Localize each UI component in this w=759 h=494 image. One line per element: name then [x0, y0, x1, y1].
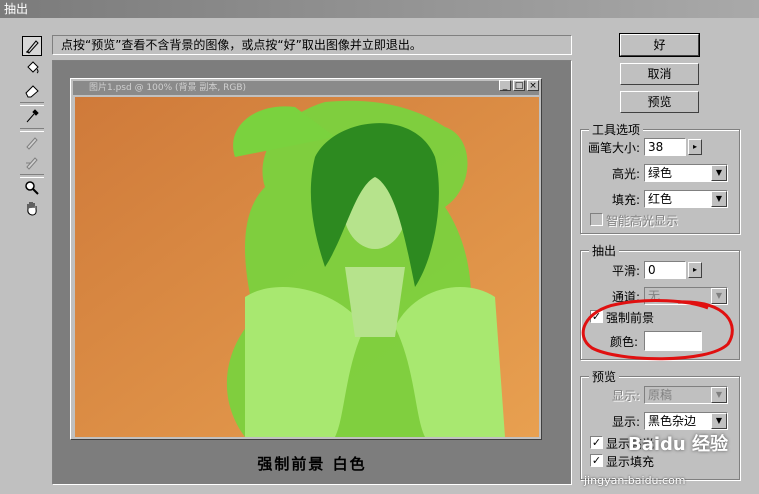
eyedropper-icon[interactable]: [22, 106, 42, 126]
chevron-down-icon[interactable]: ▼: [711, 191, 727, 207]
chevron-down-icon[interactable]: ▼: [711, 165, 727, 181]
document-image[interactable]: [75, 97, 539, 437]
smooth-arrow-icon[interactable]: ▸: [688, 262, 702, 278]
portrait-image: [75, 97, 539, 437]
zoom-icon[interactable]: [22, 178, 42, 198]
show-highlight-checkbox[interactable]: ✓: [590, 436, 603, 449]
tool-options-title: 工具选项: [589, 121, 644, 138]
document-window[interactable]: 图片1.psd @ 100% (背景 副本, RGB) _ □ ×: [70, 78, 542, 440]
smooth-input[interactable]: 0: [644, 261, 686, 279]
hint-text: 点按“预览”查看不含背景的图像，或点按“好”取出图像并立即退出。: [52, 35, 572, 55]
brush-size-input[interactable]: 38: [644, 138, 686, 156]
cancel-button[interactable]: 取消: [620, 63, 699, 85]
show-select-1[interactable]: 原稿 ▼: [644, 386, 728, 404]
fill-bucket-icon[interactable]: [22, 58, 42, 78]
minimize-icon[interactable]: _: [499, 80, 511, 91]
ok-button[interactable]: 好: [619, 33, 700, 57]
chevron-down-icon[interactable]: ▼: [711, 413, 727, 429]
highlight-select[interactable]: 绿色 ▼: [644, 164, 728, 182]
close-icon[interactable]: ×: [527, 80, 539, 91]
highlight-label: 高光:: [612, 167, 641, 181]
fill-select[interactable]: 红色 ▼: [644, 190, 728, 208]
color-label: 颜色:: [610, 335, 639, 349]
force-foreground-label: 强制前景: [606, 311, 655, 325]
cleanup-tool-icon[interactable]: [22, 132, 42, 152]
brush-size-label: 画笔大小:: [588, 141, 641, 155]
fill-value: 红色: [648, 192, 673, 206]
watermark-brand: Baidu 经验: [628, 434, 729, 455]
chevron-down-icon[interactable]: ▼: [711, 387, 727, 403]
maximize-icon[interactable]: □: [513, 80, 525, 91]
preview-button[interactable]: 预览: [620, 91, 699, 113]
show-fill-checkbox[interactable]: ✓: [590, 454, 603, 467]
smart-highlight-label: 智能高光显示: [606, 214, 679, 228]
chevron-down-icon[interactable]: ▼: [711, 288, 727, 304]
document-title: 图片1.psd @ 100% (背景 副本, RGB): [73, 81, 539, 95]
channel-value: 无: [648, 289, 661, 303]
show-value-2: 黑色杂边: [648, 414, 697, 428]
foreground-color-swatch[interactable]: [644, 331, 702, 351]
hand-icon[interactable]: [22, 198, 42, 218]
preview-title: 预览: [589, 368, 620, 385]
watermark-url: jingyan.baidu.com: [584, 474, 686, 487]
fill-label: 填充:: [612, 193, 641, 207]
brush-size-arrow-icon[interactable]: ▸: [688, 139, 702, 155]
show-value-1: 原稿: [648, 388, 673, 402]
channel-select[interactable]: 无 ▼: [644, 287, 728, 305]
smart-highlight-checkbox[interactable]: [590, 213, 603, 226]
edge-touchup-icon[interactable]: [22, 152, 42, 172]
show-label-1: 显示:: [612, 389, 641, 403]
show-label-2: 显示:: [612, 415, 641, 429]
force-foreground-checkbox[interactable]: ✓: [590, 310, 603, 323]
highlight-value: 绿色: [648, 166, 673, 180]
eraser-icon[interactable]: [22, 80, 42, 100]
show-select-2[interactable]: 黑色杂边 ▼: [644, 412, 728, 430]
smooth-label: 平滑:: [612, 264, 641, 278]
window-title: 抽出: [0, 0, 759, 18]
edge-highlighter-icon[interactable]: [22, 36, 42, 56]
extract-title: 抽出: [589, 242, 620, 259]
caption-text: 强制前景 白色: [257, 455, 367, 473]
channel-label: 通道:: [612, 290, 641, 304]
